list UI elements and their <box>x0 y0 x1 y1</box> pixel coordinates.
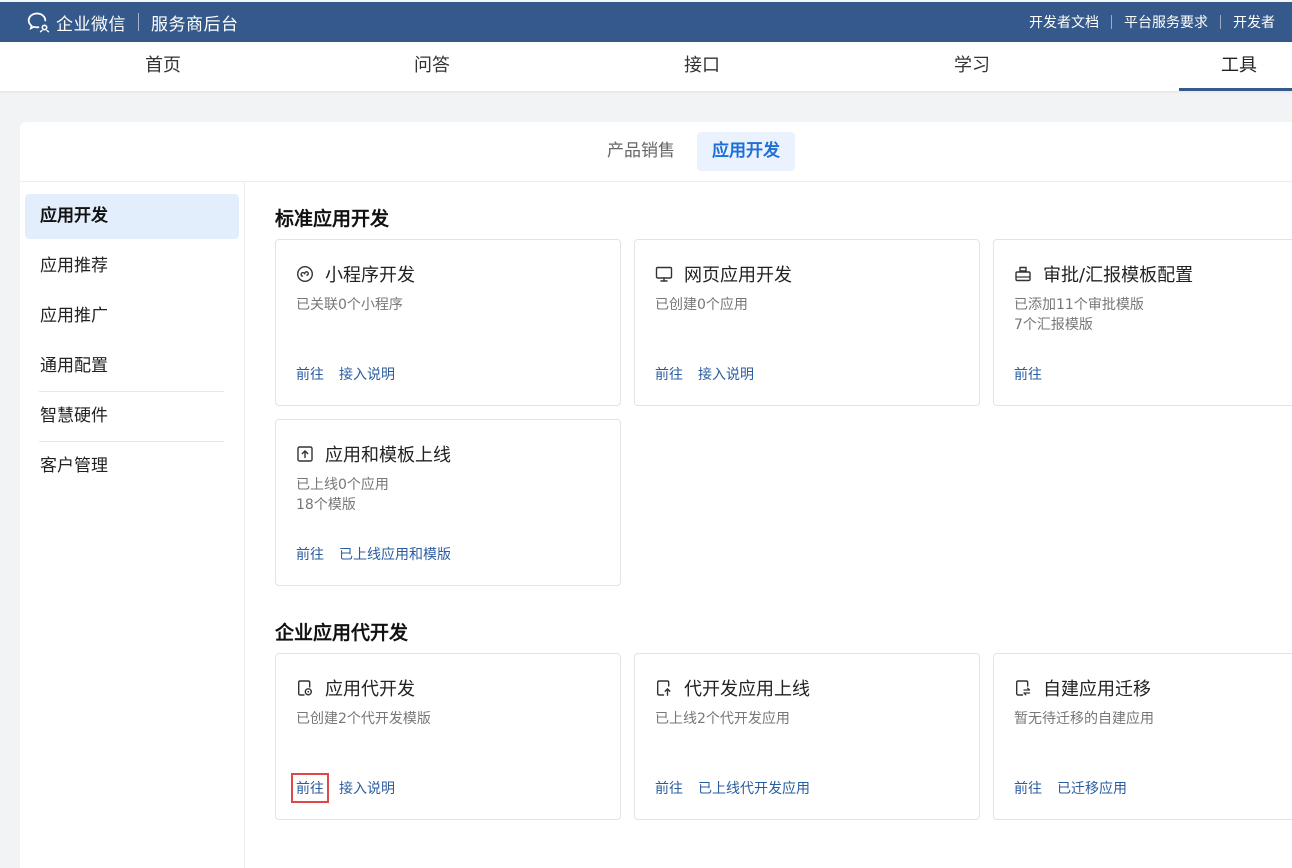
card-links: 前往 已迁移应用 <box>1014 778 1142 798</box>
card-title: 审批/汇报模板配置 <box>1043 265 1194 286</box>
card-description: 已上线2个代开发应用 <box>655 709 790 729</box>
stamp-icon <box>1015 266 1031 282</box>
card-desc-line: 已创建2个代开发模版 <box>296 711 431 727</box>
card-title: 代开发应用上线 <box>684 679 810 700</box>
card-desc-line: 18个模版 <box>296 497 356 513</box>
card-web-app: 网页应用开发 已创建0个应用 前往 接入说明 <box>634 239 980 406</box>
nav-learn[interactable]: 学习 <box>909 42 1035 91</box>
wecom-logo-icon <box>27 12 50 33</box>
go-link-highlighted[interactable]: 前往 <box>291 773 329 803</box>
card-description: 已上线0个应用 18个模版 <box>296 475 389 515</box>
top-link-dev-docs[interactable]: 开发者文档 <box>1029 12 1099 32</box>
go-link[interactable]: 前往 <box>655 364 683 384</box>
card-links: 前往 接入说明 <box>291 773 410 803</box>
card-desc-line: 暂无待迁移的自建应用 <box>1014 711 1154 727</box>
guide-link[interactable]: 接入说明 <box>339 364 395 384</box>
go-link[interactable]: 前往 <box>296 544 324 564</box>
dev-template-icon <box>298 680 313 696</box>
migrate-icon <box>1016 680 1031 696</box>
top-link-divider <box>1111 15 1112 29</box>
nav-tools[interactable]: 工具 <box>1179 42 1292 91</box>
card-desc-line: 已创建0个应用 <box>655 297 748 313</box>
card-description: 已创建2个代开发模版 <box>296 709 431 729</box>
card-app-template-online: 应用和模板上线 已上线0个应用 18个模版 前往 已上线应用和模版 <box>275 419 621 586</box>
card-desc-line: 7个汇报模版 <box>1014 317 1093 333</box>
card-links: 前往 接入说明 <box>296 364 410 384</box>
sidebar-divider <box>39 441 224 442</box>
nav-qa[interactable]: 问答 <box>369 42 495 91</box>
brand[interactable]: 企业微信 服务商后台 <box>26 9 239 35</box>
tab-app-development[interactable]: 应用开发 <box>697 132 795 171</box>
top-link-divider <box>1220 15 1221 29</box>
tab-product-sales[interactable]: 产品销售 <box>592 132 690 171</box>
card-desc-line: 已上线0个应用 <box>296 477 389 493</box>
top-bar: 企业微信 服务商后台 开发者文档 平台服务要求 开发者 <box>0 0 1292 42</box>
top-link-developer[interactable]: 开发者 <box>1233 12 1275 32</box>
card-description: 已创建0个应用 <box>655 295 748 315</box>
card-links: 前往 <box>1014 364 1057 384</box>
section-title-standard-dev: 标准应用开发 <box>275 208 390 230</box>
guide-link[interactable]: 接入说明 <box>698 364 754 384</box>
sub-tabs: 产品销售 应用开发 <box>20 122 1292 182</box>
card-description: 已关联0个小程序 <box>296 295 403 315</box>
section-title-agency-dev: 企业应用代开发 <box>275 622 409 644</box>
card-title: 自建应用迁移 <box>1043 679 1151 700</box>
card-desc-line: 已上线2个代开发应用 <box>655 711 790 727</box>
sidebar-divider <box>39 391 224 392</box>
card-links: 前往 已上线应用和模版 <box>296 544 466 564</box>
card-mini-program: 小程序开发 已关联0个小程序 前往 接入说明 <box>275 239 621 406</box>
brand-subtitle: 服务商后台 <box>151 14 239 35</box>
sidebar-item-general-config[interactable]: 通用配置 <box>25 344 239 389</box>
content-panel: 产品销售 应用开发 应用开发 应用推荐 应用推广 通用配置 智慧硬件 客户管理 … <box>20 122 1292 868</box>
nav-api[interactable]: 接口 <box>639 42 765 91</box>
monitor-icon <box>655 266 673 282</box>
online-agency-apps-link[interactable]: 已上线代开发应用 <box>698 778 810 798</box>
sidebar-item-app-promotion[interactable]: 应用推广 <box>25 294 239 339</box>
migrated-apps-link[interactable]: 已迁移应用 <box>1057 778 1127 798</box>
online-apps-link[interactable]: 已上线应用和模版 <box>339 544 451 564</box>
guide-link[interactable]: 接入说明 <box>339 778 395 798</box>
go-link[interactable]: 前往 <box>296 364 324 384</box>
page-root: 企业微信 服务商后台 开发者文档 平台服务要求 开发者 首页 问答 接口 学习 … <box>0 0 1292 868</box>
card-description: 已添加11个审批模版 7个汇报模版 <box>1014 295 1144 335</box>
card-links: 前往 已上线代开发应用 <box>655 778 825 798</box>
card-title: 应用代开发 <box>325 679 415 700</box>
sidebar: 应用开发 应用推荐 应用推广 通用配置 智慧硬件 客户管理 <box>20 182 245 868</box>
sidebar-item-app-recommend[interactable]: 应用推荐 <box>25 244 239 289</box>
go-link[interactable]: 前往 <box>1014 364 1042 384</box>
card-agency-dev: 应用代开发 已创建2个代开发模版 前往 接入说明 <box>275 653 621 820</box>
card-desc-line: 已关联0个小程序 <box>296 297 403 313</box>
publish-icon <box>657 680 671 696</box>
go-link[interactable]: 前往 <box>655 778 683 798</box>
sidebar-item-customer-management[interactable]: 客户管理 <box>25 444 239 489</box>
card-description: 暂无待迁移的自建应用 <box>1014 709 1154 729</box>
card-approval-template: 审批/汇报模板配置 已添加11个审批模版 7个汇报模版 前往 <box>993 239 1292 406</box>
top-link-platform-requirements[interactable]: 平台服务要求 <box>1124 12 1208 32</box>
card-title: 网页应用开发 <box>684 265 792 286</box>
brand-divider <box>138 13 139 31</box>
sidebar-item-app-development[interactable]: 应用开发 <box>25 194 239 239</box>
mini-program-icon <box>296 265 314 283</box>
card-title: 应用和模板上线 <box>325 445 451 466</box>
card-desc-line: 已添加11个审批模版 <box>1014 297 1144 313</box>
main-nav: 首页 问答 接口 学习 工具 <box>0 42 1292 91</box>
upload-icon <box>297 446 313 462</box>
brand-name: 企业微信 <box>56 14 126 35</box>
top-links: 开发者文档 平台服务要求 开发者 <box>1029 12 1275 32</box>
card-links: 前往 接入说明 <box>655 364 769 384</box>
nav-home[interactable]: 首页 <box>100 42 226 91</box>
card-agency-app-online: 代开发应用上线 已上线2个代开发应用 前往 已上线代开发应用 <box>634 653 980 820</box>
sidebar-item-smart-hardware[interactable]: 智慧硬件 <box>25 394 239 439</box>
go-link[interactable]: 前往 <box>1014 778 1042 798</box>
card-self-built-migration: 自建应用迁移 暂无待迁移的自建应用 前往 已迁移应用 <box>993 653 1292 820</box>
card-title: 小程序开发 <box>325 265 415 286</box>
